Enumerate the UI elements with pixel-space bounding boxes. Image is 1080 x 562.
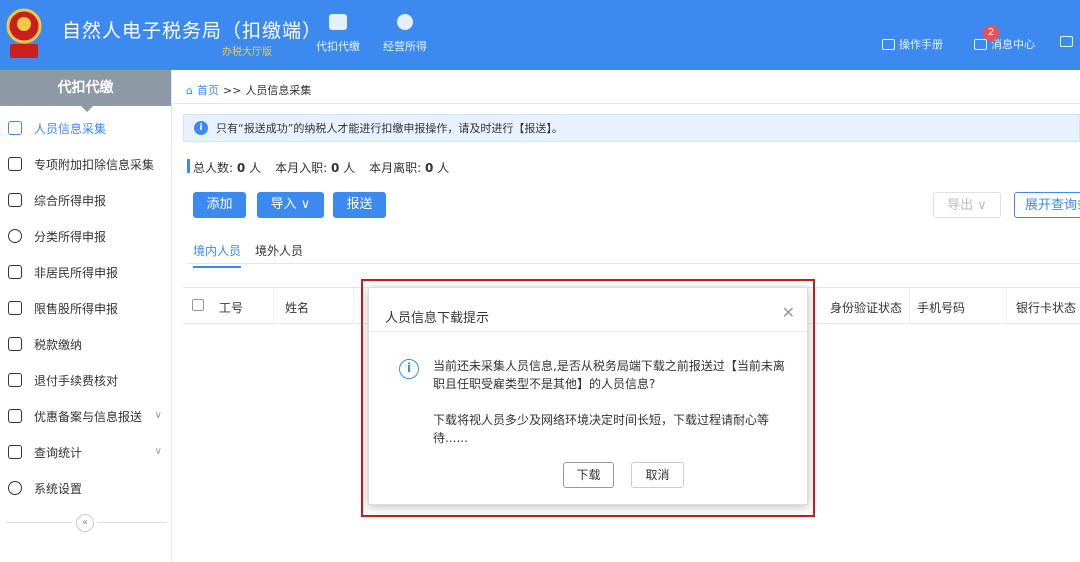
sidebar: 代扣代缴 人员信息采集 专项附加扣除信息采集 综合所得申报 分类所得申报 非居民… (0, 70, 172, 562)
dialog-message-1: 当前还未采集人员信息,是否从税务局端下载之前报送过【当前未离职且任职受雇类型不是… (433, 359, 785, 391)
sidebar-item-label: 分类所得申报 (34, 229, 107, 244)
sidebar-item-classified-income[interactable]: 分类所得申报 (0, 218, 172, 254)
receipt-icon (8, 373, 22, 387)
sidebar-item-label: 优惠备案与信息报送 (34, 409, 143, 424)
submit-report-button[interactable]: 报送 (333, 192, 386, 218)
app-subtitle: 办税大厅版 (222, 47, 272, 58)
coin-stack-icon (397, 14, 413, 30)
column-header-bank-card: 银行卡状态 (1016, 301, 1077, 315)
sidebar-item-system-settings[interactable]: 系统设置 (0, 470, 172, 506)
chevron-down-icon: ∨ (154, 446, 162, 457)
hired-count: 本月入职: 0 人 (275, 161, 356, 175)
national-emblem-icon (6, 8, 42, 58)
clock-icon (8, 229, 22, 243)
collapse-sidebar-button[interactable]: « (76, 514, 94, 532)
sidebar-item-label: 综合所得申报 (34, 193, 107, 208)
nav-business-income-label: 经营所得 (383, 40, 427, 53)
info-icon: i (194, 121, 208, 135)
document-icon (8, 409, 22, 423)
nav-withholding-label: 代扣代缴 (316, 40, 360, 53)
sidebar-item-label: 专项附加扣除信息采集 (34, 157, 155, 172)
download-prompt-dialog: 人员信息下载提示 ✕ i 当前还未采集人员信息,是否从税务局端下载之前报送过【当… (368, 287, 808, 505)
folder-icon (8, 337, 22, 351)
nav-withholding[interactable]: 代扣代缴 (312, 14, 364, 54)
more-icon[interactable] (1060, 36, 1073, 47)
tab-domestic[interactable]: 境内人员 (193, 242, 242, 268)
sidebar-title: 代扣代缴 (0, 70, 171, 112)
search-list-icon (8, 445, 22, 459)
home-icon: ⌂ (186, 83, 193, 97)
app-title: 自然人电子税务局（扣缴端） (62, 20, 323, 42)
breadcrumb-separator: >> (222, 83, 242, 97)
sidebar-item-query-stats[interactable]: 查询统计 ∨ (0, 434, 172, 470)
manual-link[interactable]: 操作手册 (882, 36, 943, 52)
bar-chart-icon (8, 301, 22, 315)
wallet-icon (329, 14, 347, 30)
total-count: 总人数: 0 人 (193, 161, 262, 175)
notice-text: 只有“报送成功”的纳税人才能进行扣缴申报操作，请及时进行【报送】。 (216, 122, 563, 135)
expand-query-button[interactable]: 展开查询条件 (1014, 192, 1080, 218)
sidebar-item-special-deduction[interactable]: 专项附加扣除信息采集 (0, 146, 172, 182)
dialog-title: 人员信息下载提示 (385, 311, 490, 326)
sidebar-item-tax-payment[interactable]: 税款缴纳 (0, 326, 172, 362)
cancel-button[interactable]: 取消 (631, 462, 684, 488)
nav-business-income[interactable]: 经营所得 (379, 14, 431, 54)
add-button[interactable]: 添加 (193, 192, 246, 218)
sidebar-item-comprehensive-income[interactable]: 综合所得申报 (0, 182, 172, 218)
sidebar-item-fee-refund[interactable]: 退付手续费核对 (0, 362, 172, 398)
sidebar-item-restricted-shares[interactable]: 限售股所得申报 (0, 290, 172, 326)
export-button[interactable]: 导出 ∨ (933, 192, 1001, 218)
chevron-down-icon: ∨ (154, 410, 162, 421)
column-header-phone: 手机号码 (917, 301, 966, 315)
personnel-stats: 总人数: 0 人 本月入职: 0 人 本月离职: 0 人 (193, 159, 449, 176)
left-count: 本月离职: 0 人 (369, 161, 450, 175)
gear-icon (8, 481, 22, 495)
sidebar-item-label: 限售股所得申报 (34, 301, 119, 316)
breadcrumb-current: 人员信息采集 (245, 84, 312, 97)
sidebar-item-label: 系统设置 (34, 481, 83, 496)
column-header-id: 工号 (219, 301, 244, 315)
sidebar-item-label: 查询统计 (34, 445, 83, 460)
app-header: 自然人电子税务局（扣缴端） 办税大厅版 代扣代缴 经营所得 操作手册 消息中心 … (0, 0, 1080, 70)
message-center-label: 消息中心 (991, 38, 1035, 51)
info-circle-icon: i (399, 359, 419, 379)
sidebar-item-nonresident-income[interactable]: 非居民所得申报 (0, 254, 172, 290)
breadcrumb-home-link[interactable]: 首页 (197, 82, 219, 98)
column-header-name: 姓名 (285, 301, 310, 315)
sidebar-item-label: 税款缴纳 (34, 337, 83, 352)
breadcrumb: ⌂ 首页 >> 人员信息采集 (186, 82, 311, 98)
sidebar-item-label: 非居民所得申报 (34, 265, 119, 280)
notice-banner: i 只有“报送成功”的纳税人才能进行扣缴申报操作，请及时进行【报送】。 (183, 114, 1080, 142)
sidebar-item-label: 退付手续费核对 (34, 373, 119, 388)
column-header-id-verification: 身份验证状态 (830, 301, 903, 315)
dialog-message-2: 下载将视人员多少及网络环境决定时间长短，下载过程请耐心等待...... (433, 413, 770, 445)
select-all-checkbox[interactable] (192, 299, 204, 311)
sidebar-item-preferential-filing[interactable]: 优惠备案与信息报送 ∨ (0, 398, 172, 434)
message-count-badge: 2 (983, 25, 999, 41)
book-icon (882, 38, 895, 50)
sidebar-item-personnel-info[interactable]: 人员信息采集 (0, 110, 172, 146)
sidebar-collapse-row: « (0, 512, 172, 532)
manual-label: 操作手册 (899, 38, 943, 51)
mail-icon (974, 38, 987, 50)
download-button[interactable]: 下载 (563, 462, 614, 488)
import-button[interactable]: 导入 ∨ (257, 192, 324, 218)
personnel-tabs: 境内人员 境外人员 (193, 242, 303, 268)
close-icon[interactable]: ✕ (782, 303, 795, 322)
person-outline-icon (8, 265, 22, 279)
person-icon (8, 121, 22, 135)
sidebar-item-label: 人员信息采集 (34, 121, 107, 136)
message-center-link[interactable]: 消息中心 (974, 36, 1035, 52)
tab-overseas[interactable]: 境外人员 (255, 242, 303, 268)
layers-icon (8, 193, 22, 207)
list-icon (8, 157, 22, 171)
